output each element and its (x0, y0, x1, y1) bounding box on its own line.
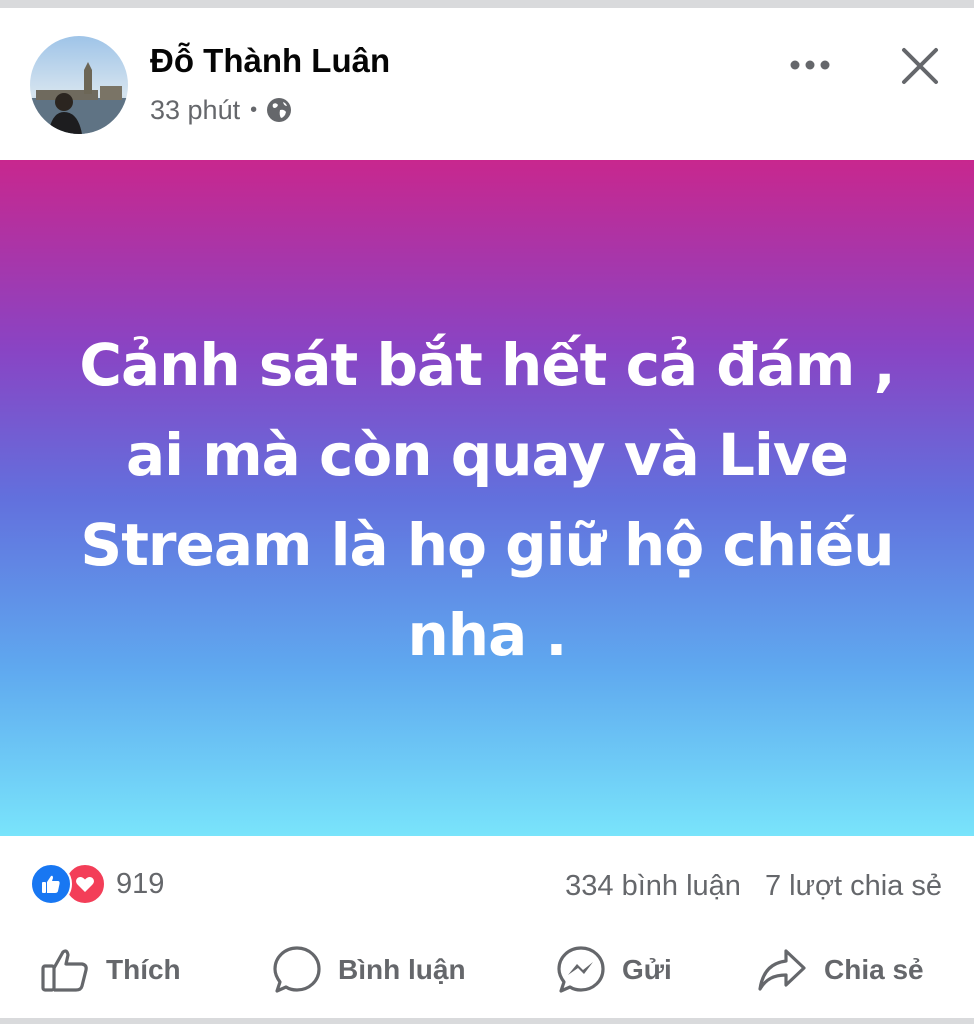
thumbs-up-icon (40, 947, 90, 993)
comment-label: Bình luận (338, 954, 466, 985)
author-name[interactable]: Đỗ Thành Luân (150, 42, 390, 80)
avatar[interactable] (30, 36, 128, 134)
share-arrow-icon (756, 947, 808, 993)
close-button[interactable] (890, 38, 950, 98)
share-label: Chia sẻ (824, 954, 924, 985)
post-content-text: Cảnh sát bắt hết cả đám , ai mà còn quay… (79, 331, 895, 669)
close-icon (901, 47, 939, 90)
more-options-button[interactable] (780, 42, 840, 92)
messenger-icon (556, 945, 606, 995)
more-dots-icon (789, 58, 831, 76)
post-card: Đỗ Thành Luân 33 phút • Cảnh sát bắt hết… (0, 8, 974, 1018)
meta-separator: • (250, 98, 258, 121)
reaction-count: 919 (116, 867, 165, 900)
reactions-summary[interactable]: 919 (30, 862, 164, 906)
like-button[interactable]: Thích (40, 938, 181, 1002)
post-meta: 33 phút • (150, 92, 293, 128)
post-timestamp[interactable]: 33 phút (150, 95, 240, 126)
share-button[interactable]: Chia sẻ (756, 938, 924, 1002)
globe-icon (265, 96, 293, 124)
send-label: Gửi (622, 954, 672, 985)
like-icon (30, 863, 72, 905)
action-bar: Thích Bình luận Gửi Chia sẻ (0, 938, 974, 1002)
share-count[interactable]: 7 lượt chia sẻ (765, 870, 942, 903)
comment-icon (272, 945, 322, 995)
comment-count[interactable]: 334 bình luận (565, 870, 741, 903)
comment-button[interactable]: Bình luận (272, 938, 466, 1002)
engagement-stats: 334 bình luận 7 lượt chia sẻ (565, 864, 942, 908)
send-button[interactable]: Gửi (556, 938, 672, 1002)
post-background[interactable]: Cảnh sát bắt hết cả đám , ai mà còn quay… (0, 160, 974, 836)
like-label: Thích (106, 954, 181, 985)
